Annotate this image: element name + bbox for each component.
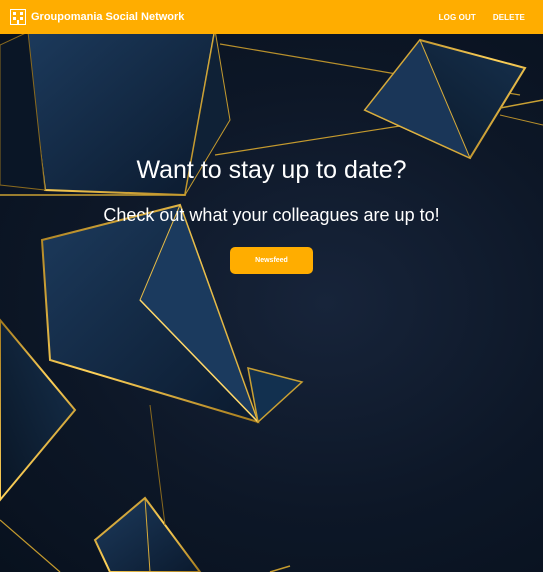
hero-section: Want to stay up to date? Check out what …: [0, 34, 543, 572]
newsfeed-button[interactable]: Newsfeed: [230, 247, 313, 274]
hero-subtitle: Check out what your colleagues are up to…: [103, 205, 440, 225]
geometric-background-image: [0, 34, 543, 572]
delete-account-link[interactable]: DELETE: [493, 13, 525, 22]
hero-title: Want to stay up to date?: [136, 156, 407, 184]
brand-link[interactable]: Groupomania Social Network: [10, 9, 184, 25]
building-logo-icon: [10, 9, 26, 25]
logout-link[interactable]: LOG OUT: [439, 13, 476, 22]
brand-text: Groupomania Social Network: [31, 11, 185, 23]
top-navbar: Groupomania Social Network LOG OUT DELET…: [0, 0, 543, 34]
nav-links: LOG OUT DELETE: [422, 13, 533, 22]
